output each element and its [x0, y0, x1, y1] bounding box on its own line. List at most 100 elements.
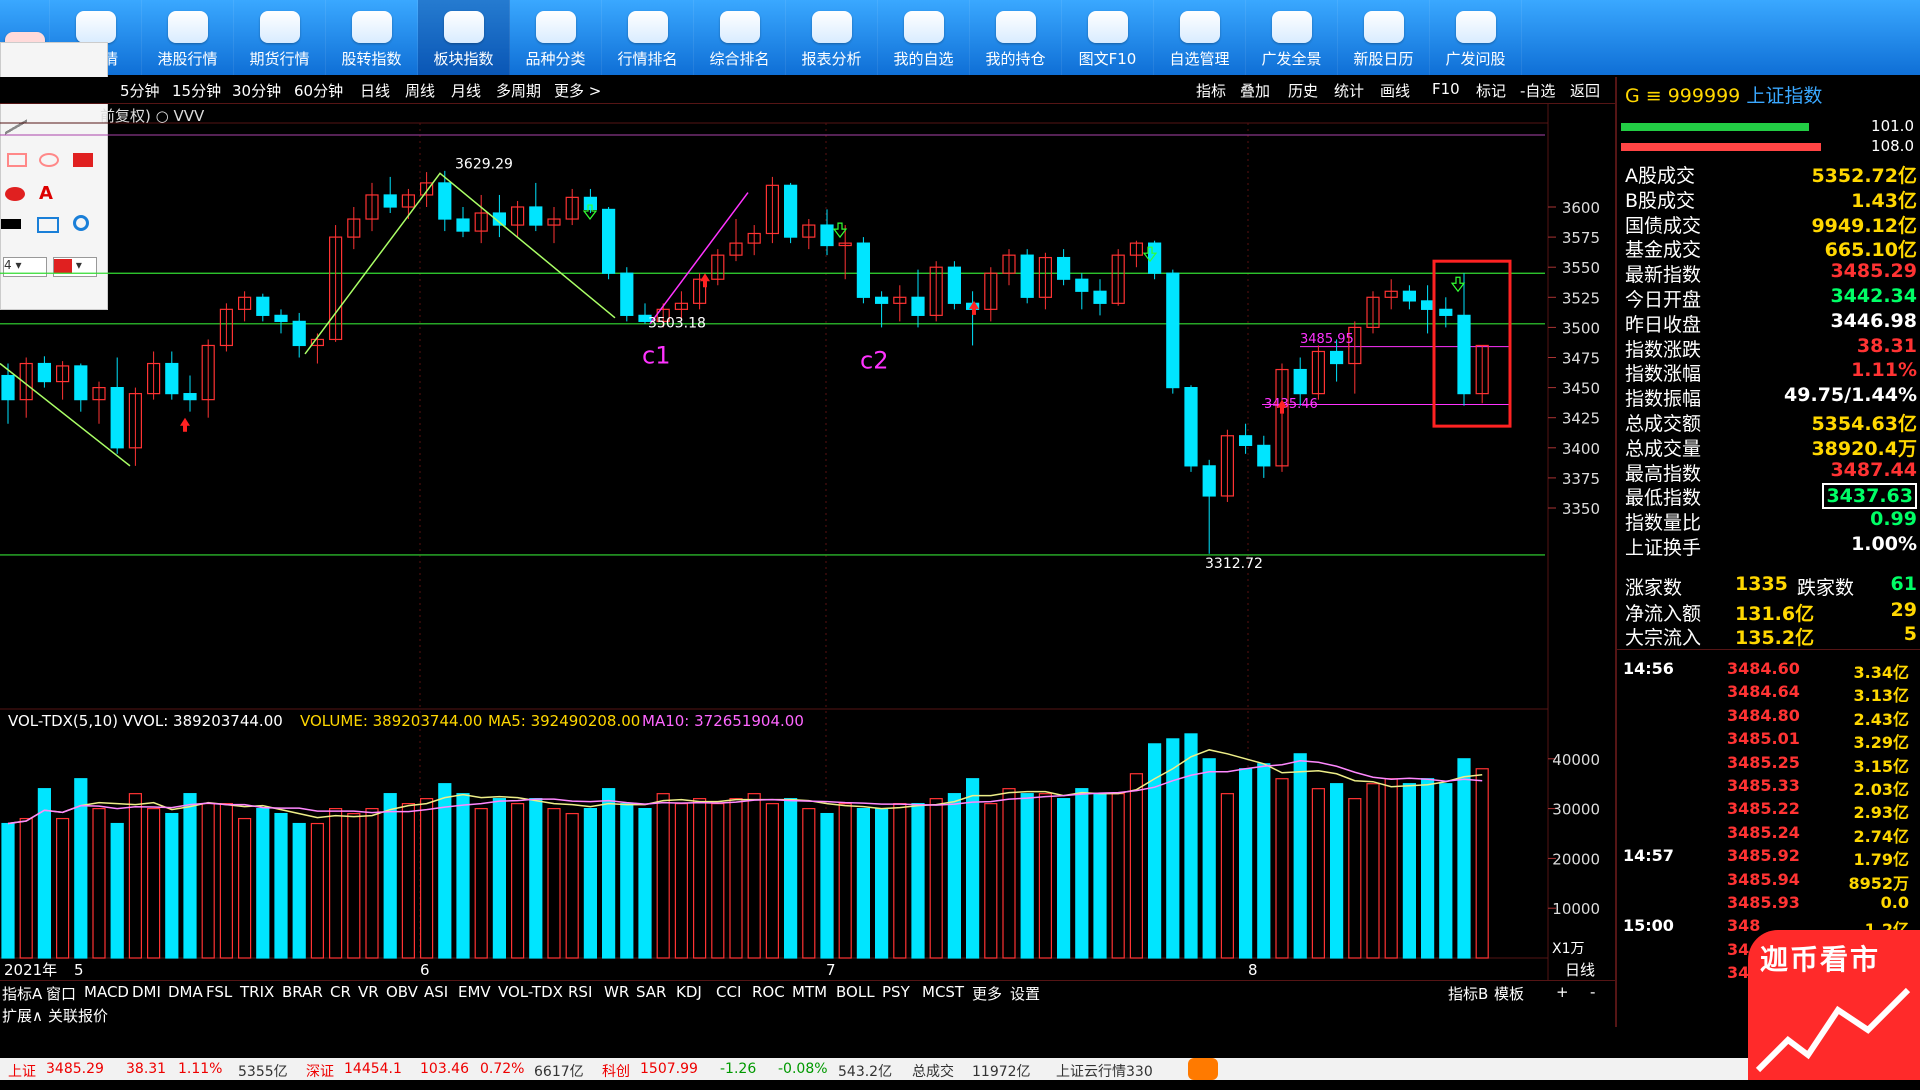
indicator-tab-1[interactable]: 窗口 — [46, 983, 76, 1004]
indicator-right-1[interactable]: 模板 — [1494, 983, 1524, 1004]
candle-body — [1202, 465, 1216, 497]
y-tick-label: 3500 — [1562, 319, 1600, 337]
toolbar-button-1[interactable]: 港股行情 — [142, 0, 234, 75]
sh-label: 上证 — [8, 1064, 36, 1080]
stat-row: 最低指数 3437.63 — [1625, 483, 1920, 510]
period-tab-5[interactable]: 周线 — [405, 80, 435, 101]
indicator-tab-5[interactable]: FSL — [206, 983, 232, 1001]
stat-value: 3446.98 — [1830, 309, 1917, 332]
kc-change: -1.26 — [720, 1061, 757, 1077]
period-tab-8[interactable]: 更多 > — [554, 80, 601, 101]
toolbar-button-12[interactable]: 自选管理 — [1154, 0, 1246, 75]
indicator-tab-17[interactable]: KDJ — [676, 983, 702, 1001]
chart-tool-6[interactable]: 标记 — [1476, 80, 1506, 101]
chart-tool-3[interactable]: 统计 — [1334, 80, 1364, 101]
indicator-tab-0[interactable]: 指标A — [2, 983, 42, 1004]
period-tab-4[interactable]: 日线 — [360, 80, 390, 101]
indicator-tab-19[interactable]: ROC — [752, 983, 785, 1001]
candle-body — [620, 272, 634, 316]
candle-body — [1293, 368, 1307, 395]
indicator-right-0[interactable]: 指标B — [1448, 983, 1488, 1004]
stat-value: 1.00% — [1851, 533, 1917, 555]
indicator-right-3[interactable]: - — [1590, 983, 1595, 1001]
toolbar-label: 广发问股 — [1445, 50, 1506, 68]
chart-tool-1[interactable]: 叠加 — [1240, 80, 1270, 101]
chart-tool-0[interactable]: 指标 — [1196, 80, 1226, 101]
stat-value: 49.75/1.44% — [1784, 384, 1917, 407]
period-tab-1[interactable]: 15分钟 — [172, 80, 221, 101]
toolbar-icon — [1087, 11, 1128, 43]
input-method-icon[interactable] — [1188, 1058, 1218, 1080]
chart-tool-2[interactable]: 历史 — [1288, 80, 1318, 101]
indicator-tab-6[interactable]: TRIX — [240, 983, 274, 1001]
chart-tool-7[interactable]: -自选 — [1520, 80, 1555, 101]
indicator-right-2[interactable]: + — [1556, 983, 1569, 1001]
toolbar-button-4[interactable]: 板块指数 — [418, 0, 510, 75]
toolbar-button-6[interactable]: 行情排名 — [602, 0, 694, 75]
rise-fall-row-value: 1335 — [1735, 573, 1788, 595]
toolbar-button-9[interactable]: 我的自选 — [878, 0, 970, 75]
indicator-tab-12[interactable]: EMV — [458, 983, 491, 1001]
candlestick-chart[interactable]: 3600 3575 3550 3525 3500 3475 3450 3425 3400 3375… — [0, 103, 1615, 983]
indicator-tab-2[interactable]: MACD — [84, 983, 129, 1001]
toolbar-icon — [443, 11, 484, 43]
period-tab-6[interactable]: 月线 — [451, 80, 481, 101]
volume-bar — [183, 793, 197, 959]
indicator-tab-14[interactable]: RSI — [568, 983, 592, 1001]
toolbar-label: 综合排名 — [709, 50, 770, 68]
chart-tool-4[interactable]: 画线 — [1380, 80, 1410, 101]
indicator-tab-25[interactable]: 设置 — [1010, 983, 1040, 1004]
candle-body — [583, 196, 598, 211]
indicator-tab-20[interactable]: MTM — [792, 983, 827, 1001]
indicator-tab-22[interactable]: PSY — [882, 983, 910, 1001]
period-tab-3[interactable]: 60分钟 — [294, 80, 343, 101]
toolbar-button-7[interactable]: 综合排名 — [694, 0, 786, 75]
indicator-tab-23[interactable]: MCST — [922, 983, 964, 1001]
toolbar-button-8[interactable]: 报表分析 — [786, 0, 878, 75]
tick-vol: 1.79亿 — [1853, 850, 1909, 870]
tick-time: 15:00 — [1623, 916, 1674, 936]
chart-tool-5[interactable]: F10 — [1432, 80, 1460, 98]
indicator-tab-15[interactable]: WR — [604, 983, 629, 1001]
volume-bar — [1475, 768, 1489, 959]
stat-label: 国债成交 — [1625, 214, 1702, 237]
period-tab-2[interactable]: 30分钟 — [232, 80, 281, 101]
toolbar-button-15[interactable]: 广发问股 — [1430, 0, 1522, 75]
candle-body — [1257, 444, 1271, 467]
period-tab-0[interactable]: 5分钟 — [120, 80, 160, 101]
indicator-tab-4[interactable]: DMA — [168, 983, 203, 1001]
tick-price: 3485.25 — [1727, 752, 1800, 772]
indicator-tab-18[interactable]: CCI — [716, 983, 741, 1001]
toolbar-button-3[interactable]: 股转指数 — [326, 0, 418, 75]
indicator-tab-24[interactable]: 更多 — [972, 983, 1002, 1004]
y-tick-label: 3375 — [1562, 470, 1600, 488]
cloud-quote[interactable]: 上证云行情330 — [1056, 1061, 1153, 1081]
indicator-tab-16[interactable]: SAR — [636, 983, 666, 1001]
indicator-tab-13[interactable]: VOL-TDX — [498, 983, 563, 1001]
indicator-tab-11[interactable]: ASI — [424, 983, 448, 1001]
indicator-tab-10[interactable]: OBV — [386, 983, 418, 1001]
candle-body — [820, 224, 834, 247]
chart-tool-8[interactable]: 返回 — [1570, 80, 1600, 101]
volume-bar — [874, 807, 889, 959]
indicator-tab-7[interactable]: BRAR — [282, 983, 323, 1001]
indicator-tab-21[interactable]: BOLL — [836, 983, 875, 1001]
toolbar-button-2[interactable]: 期货行情 — [234, 0, 326, 75]
toolbar-button-13[interactable]: 广发全景 — [1246, 0, 1338, 75]
indicator-tab-8[interactable]: CR — [330, 983, 351, 1001]
toolbar-button-14[interactable]: 新股日历 — [1338, 0, 1430, 75]
bottom-tab-0[interactable]: 扩展∧ — [2, 1005, 43, 1026]
stat-value: 3485.29 — [1830, 260, 1917, 283]
toolbar-button-11[interactable]: 图文F10 — [1062, 0, 1154, 75]
volume-bar — [692, 798, 707, 959]
candle-body — [292, 320, 306, 347]
bottom-tab-1[interactable]: 关联报价 — [48, 1005, 108, 1026]
period-tab-7[interactable]: 多周期 — [496, 80, 541, 101]
volume-bar — [456, 793, 470, 959]
toolbar-button-5[interactable]: 品种分类 — [510, 0, 602, 75]
indicator-tab-9[interactable]: VR — [358, 983, 379, 1001]
toolbar-button-10[interactable]: 我的持仓 — [970, 0, 1062, 75]
volume-bar — [1439, 783, 1453, 959]
stat-row: 指数涨跌 38.31 — [1625, 335, 1920, 361]
indicator-tab-3[interactable]: DMI — [132, 983, 161, 1001]
